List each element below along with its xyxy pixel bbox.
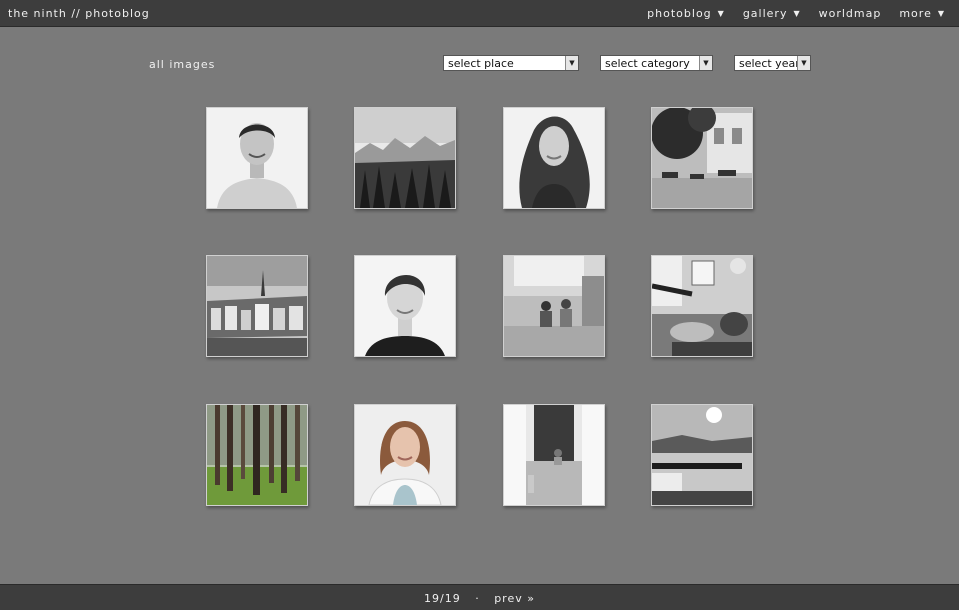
photo-image xyxy=(355,108,455,208)
separator: · xyxy=(475,592,480,605)
nav-gallery[interactable]: gallery ▼ xyxy=(743,7,801,20)
top-bar: the ninth // photoblog photoblog ▼ galle… xyxy=(0,0,959,27)
main-nav: photoblog ▼ gallery ▼ worldmap more ▼ xyxy=(629,7,945,20)
photo-image xyxy=(652,405,752,505)
dropdown-arrow-icon[interactable]: ▼ xyxy=(699,56,712,70)
thumbnail-kitchen-children[interactable] xyxy=(503,255,605,357)
all-images-heading: all images xyxy=(149,58,216,71)
chevron-down-icon: ▼ xyxy=(717,9,725,18)
select-category-value: select category xyxy=(605,57,690,70)
thumbnail-portrait-man[interactable] xyxy=(206,107,308,209)
chevron-down-icon: ▼ xyxy=(937,9,945,18)
thumbnail-garden-tables[interactable] xyxy=(651,107,753,209)
photo-image xyxy=(652,256,752,356)
select-place-value: select place xyxy=(448,57,514,70)
photo-image xyxy=(207,256,307,356)
dropdown-arrow-icon[interactable]: ▼ xyxy=(565,56,578,70)
photo-image xyxy=(355,405,455,505)
thumbnail-portrait-woman-curly[interactable] xyxy=(503,107,605,209)
nav-more-label: more xyxy=(899,7,932,20)
thumbnail-city-skyline[interactable] xyxy=(206,255,308,357)
photo-image xyxy=(207,405,307,505)
nav-worldmap-label: worldmap xyxy=(818,7,882,20)
select-place[interactable]: select place ▼ xyxy=(443,55,579,71)
thumbnail-portrait-woman-white[interactable] xyxy=(354,404,456,506)
select-year[interactable]: select year ▼ xyxy=(734,55,811,71)
footer-pagination: 19/19 · prev » xyxy=(0,584,959,610)
thumbnail-lake-pier[interactable] xyxy=(651,404,753,506)
select-category[interactable]: select category ▼ xyxy=(600,55,713,71)
chevron-down-icon: ▼ xyxy=(793,9,801,18)
thumbnail-cat-sofa[interactable] xyxy=(651,255,753,357)
thumbnail-forest[interactable] xyxy=(206,404,308,506)
nav-photoblog[interactable]: photoblog ▼ xyxy=(647,7,725,20)
photo-image xyxy=(207,108,307,208)
nav-photoblog-label: photoblog xyxy=(647,7,712,20)
thumbnail-hallway-child[interactable] xyxy=(503,404,605,506)
dropdown-arrow-icon[interactable]: ▼ xyxy=(797,56,810,70)
select-year-value: select year xyxy=(739,57,800,70)
nav-gallery-label: gallery xyxy=(742,7,788,20)
thumbnail-portrait-woman-dark[interactable] xyxy=(354,255,456,357)
photo-image xyxy=(355,256,455,356)
photo-image xyxy=(504,405,604,505)
photo-image xyxy=(504,256,604,356)
photo-image xyxy=(652,108,752,208)
pagination: 19/19 · prev » xyxy=(0,592,959,605)
prev-link[interactable]: prev » xyxy=(494,592,535,605)
nav-more[interactable]: more ▼ xyxy=(899,7,945,20)
photo-image xyxy=(504,108,604,208)
thumbnail-mountains[interactable] xyxy=(354,107,456,209)
nav-worldmap[interactable]: worldmap xyxy=(819,7,882,20)
page-indicator: 19/19 xyxy=(424,592,461,605)
site-title[interactable]: the ninth // photoblog xyxy=(8,7,150,20)
